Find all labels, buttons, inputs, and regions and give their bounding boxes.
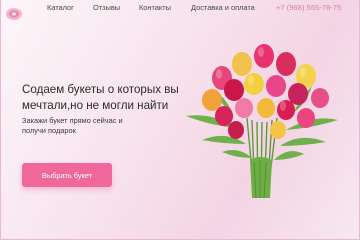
nav-catalog-link[interactable]: Каталог — [47, 3, 74, 12]
choose-bouquet-button[interactable]: Выбрать букет — [22, 163, 112, 187]
top-navigation: Каталог Отзывы Контакты Доставка и оплат… — [0, 3, 360, 15]
hero-headline: Содаем букеты о которых вы мечтали,но не… — [22, 83, 179, 112]
nav-contacts-link[interactable]: Контакты — [139, 3, 171, 12]
nav-reviews-link[interactable]: Отзывы — [93, 3, 120, 12]
tulip-bouquet-image — [186, 44, 338, 199]
nav-delivery-link[interactable]: Доставка и оплата — [191, 3, 255, 12]
hero-subtext: Закажи букет прямо сейчас и получи подар… — [22, 116, 123, 135]
phone-number-link[interactable]: +7 (968) 555-78-75 — [276, 3, 341, 12]
